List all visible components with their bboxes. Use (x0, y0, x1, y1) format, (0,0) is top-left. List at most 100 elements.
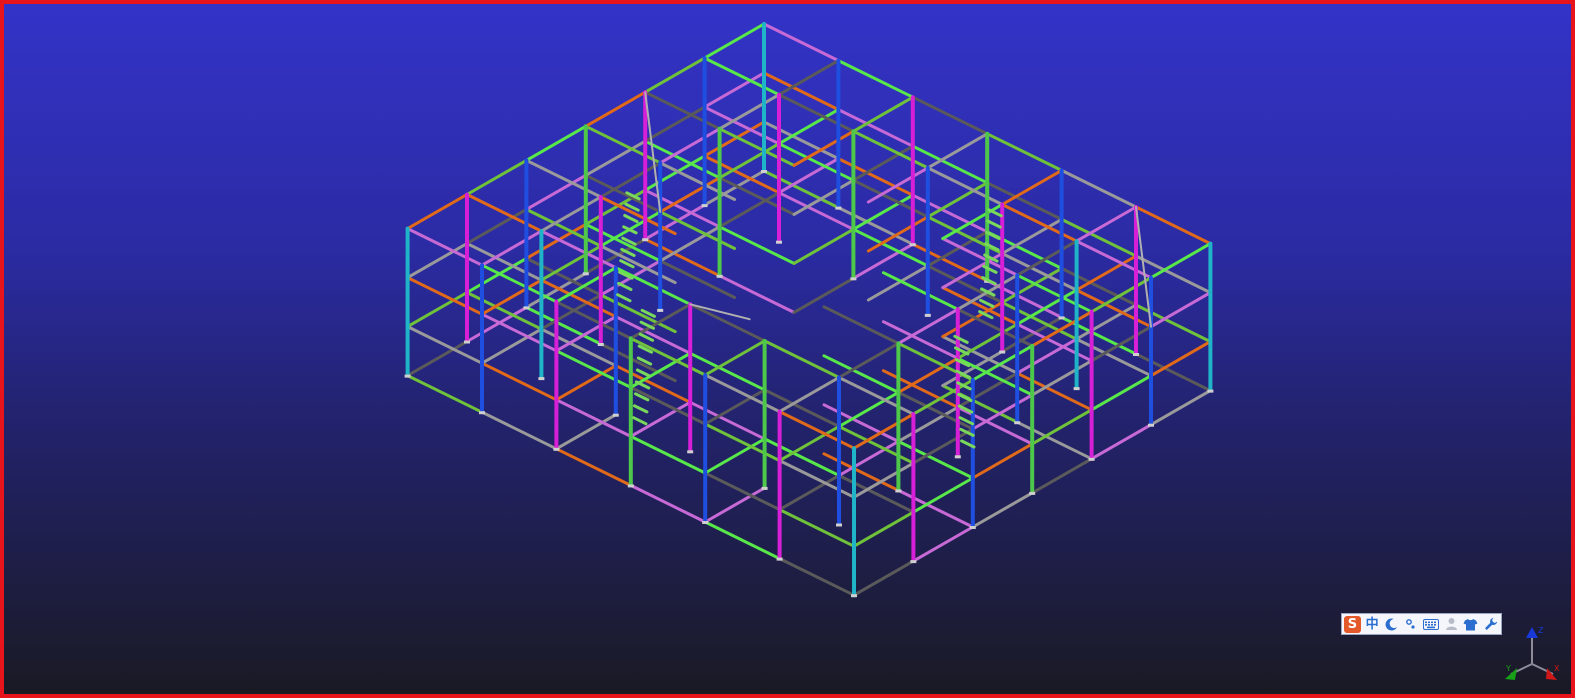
beam-member[interactable] (703, 339, 767, 377)
beam-member[interactable] (1030, 408, 1094, 446)
stair-tread[interactable] (632, 416, 648, 426)
axis-triad: Z X Y (1505, 626, 1560, 680)
beam-member[interactable] (658, 176, 722, 214)
beam-member[interactable] (406, 374, 484, 414)
beam-member[interactable] (851, 95, 915, 133)
structural-frame-model[interactable] (4, 4, 1571, 694)
beam-member[interactable] (926, 230, 989, 268)
beam-member[interactable] (777, 59, 840, 97)
beam-member[interactable] (926, 181, 989, 219)
beam-member[interactable] (911, 525, 975, 563)
stair-tread[interactable] (635, 368, 652, 378)
beam-member[interactable] (524, 124, 588, 162)
beam-member[interactable] (406, 325, 484, 365)
beam-member[interactable] (703, 388, 767, 426)
skin-shirt-icon[interactable] (1463, 616, 1480, 633)
beam-member[interactable] (1030, 359, 1094, 397)
beam-member[interactable] (480, 361, 558, 402)
beam-member[interactable] (554, 413, 618, 451)
stair-tread[interactable] (633, 404, 649, 414)
beam-member[interactable] (1149, 242, 1212, 280)
beam-member[interactable] (524, 173, 588, 211)
beam-member[interactable] (778, 474, 841, 512)
column-base-plate (1133, 353, 1139, 356)
beam-member[interactable] (1149, 389, 1212, 427)
column-base-plate (969, 526, 976, 529)
chinese-mode-button[interactable]: 中 (1364, 616, 1381, 633)
beam-member[interactable] (852, 510, 915, 548)
beam-member[interactable] (643, 56, 707, 94)
beam-member[interactable] (465, 158, 528, 196)
stair-tread[interactable] (623, 214, 639, 224)
beam-member[interactable] (971, 442, 1034, 480)
beam-member[interactable] (703, 437, 767, 475)
beam-member[interactable] (851, 193, 915, 231)
beam-member[interactable] (584, 90, 647, 128)
beam-member[interactable] (1060, 168, 1138, 209)
stair-tread[interactable] (617, 281, 633, 291)
beam-member[interactable] (1149, 291, 1212, 329)
beam-member[interactable] (539, 244, 603, 282)
beam-member[interactable] (629, 434, 707, 475)
user-icon[interactable] (1443, 616, 1460, 633)
beam-member[interactable] (1090, 374, 1153, 412)
beam-member[interactable] (1030, 457, 1094, 495)
beam-member[interactable] (852, 559, 915, 597)
beam-member[interactable] (926, 132, 989, 170)
keyboard-icon[interactable] (1423, 616, 1440, 633)
beam-member[interactable] (406, 242, 469, 280)
3d-viewport[interactable]: S 中 Z X Y (0, 0, 1575, 698)
beam-member[interactable] (703, 22, 766, 60)
column-base-plate (761, 170, 767, 173)
beam-member[interactable] (480, 327, 543, 365)
beam-member[interactable] (406, 193, 469, 231)
beam-member[interactable] (554, 364, 618, 402)
beam-member[interactable] (480, 410, 558, 451)
beam-member[interactable] (778, 508, 856, 548)
column-base-plate (687, 450, 694, 454)
column-base-plate (479, 411, 485, 415)
beam-member[interactable] (406, 340, 469, 378)
beam-member[interactable] (688, 302, 767, 343)
brace-member[interactable] (689, 303, 751, 321)
beam-member[interactable] (1090, 423, 1153, 461)
beam-member[interactable] (836, 59, 915, 99)
beam-member[interactable] (985, 132, 1064, 172)
beam-member[interactable] (703, 486, 767, 524)
beam-member[interactable] (911, 95, 989, 136)
beam-member[interactable] (1149, 340, 1212, 378)
beam-member[interactable] (1075, 254, 1138, 292)
ime-toolbar[interactable]: S 中 (1341, 613, 1502, 635)
beam-member[interactable] (406, 291, 469, 329)
beam-member[interactable] (762, 22, 840, 63)
stair-tread[interactable] (634, 380, 651, 390)
beam-member[interactable] (792, 227, 855, 265)
punctuation-icon[interactable] (1403, 616, 1420, 633)
stair-tread[interactable] (616, 293, 632, 303)
beam-member[interactable] (584, 139, 647, 177)
beam-member[interactable] (465, 207, 528, 245)
beam-member[interactable] (703, 520, 782, 561)
stair-tread[interactable] (986, 219, 1002, 229)
moon-icon[interactable] (1384, 616, 1401, 633)
beam-member[interactable] (777, 108, 840, 146)
beam-member[interactable] (554, 447, 633, 487)
beam-member[interactable] (851, 144, 915, 182)
sogou-logo-icon[interactable]: S (1344, 615, 1361, 633)
beam-member[interactable] (1134, 205, 1212, 246)
beam-member[interactable] (1000, 217, 1064, 255)
beam-member[interactable] (554, 398, 633, 438)
beam-member[interactable] (911, 476, 975, 514)
beam-member[interactable] (643, 105, 707, 143)
beam-member[interactable] (629, 483, 707, 524)
beam-member[interactable] (703, 471, 782, 512)
beam-member[interactable] (703, 71, 766, 109)
beam-member[interactable] (1000, 168, 1064, 206)
beam-member[interactable] (837, 390, 900, 428)
beam-member[interactable] (911, 427, 975, 465)
beam-member[interactable] (971, 491, 1034, 529)
beam-member[interactable] (1075, 205, 1138, 243)
beam-member[interactable] (778, 557, 856, 597)
column-base-plate (954, 455, 961, 459)
beam-member[interactable] (866, 264, 930, 302)
